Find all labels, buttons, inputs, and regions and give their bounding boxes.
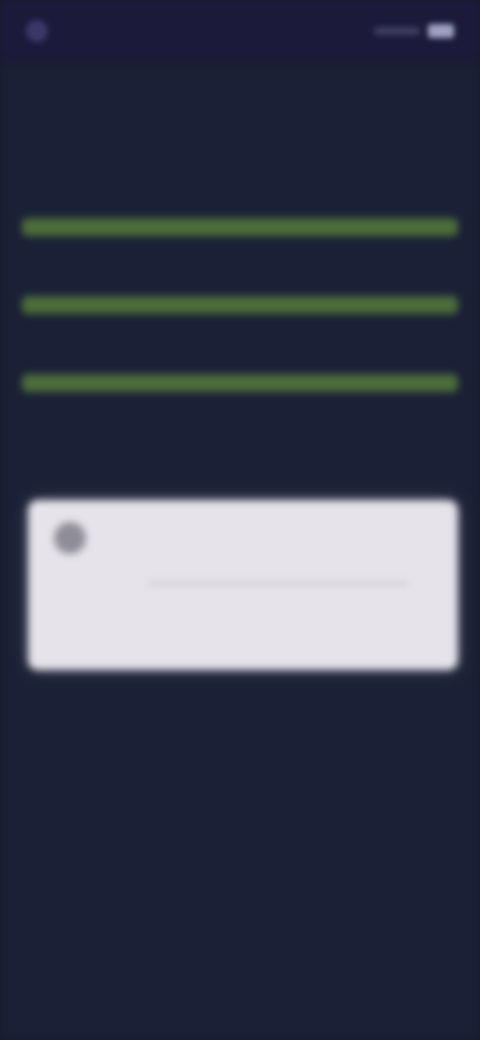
poll-option-2[interactable] [22,266,458,314]
card-divider [148,582,408,585]
option-bar [22,218,458,236]
app-logo-icon [26,20,48,42]
signal-icon [374,27,420,35]
main-content [0,62,480,1040]
option-bar [22,296,458,314]
poll-option-1[interactable] [22,188,458,236]
poll-option-3[interactable] [22,344,458,392]
avatar [54,522,86,554]
battery-icon [428,24,454,38]
option-bar [22,374,458,392]
preview-card[interactable] [28,500,458,670]
status-bar [0,0,480,62]
